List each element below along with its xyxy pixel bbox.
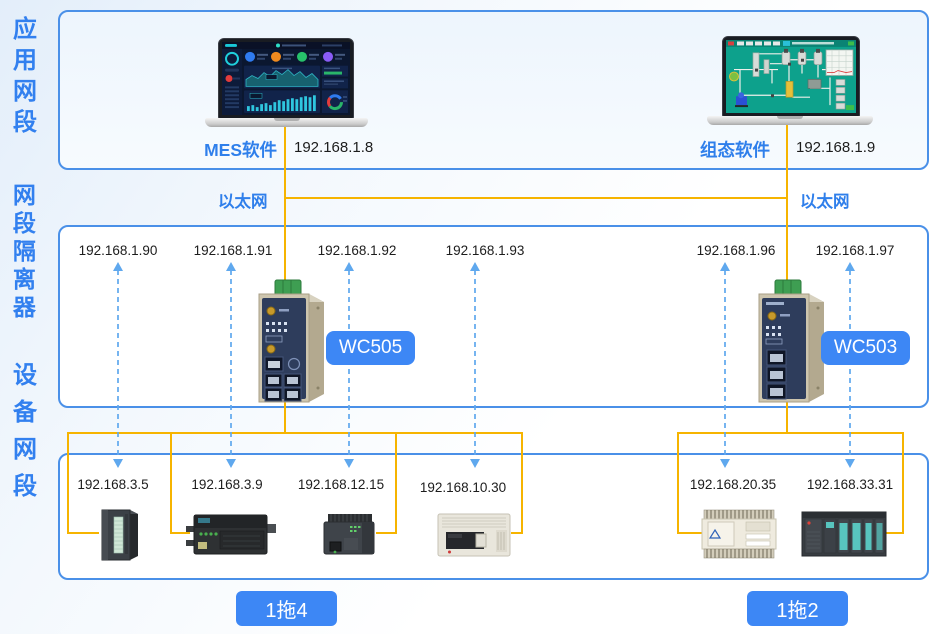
- bus-stub-3: [376, 532, 397, 534]
- wan-ip-4: 192.168.1.93: [446, 243, 525, 258]
- wc505-gateway: [245, 278, 333, 408]
- plc-device-3: [320, 512, 378, 558]
- wc505-model-badge: WC505: [326, 331, 415, 365]
- wan-ip-2: 192.168.1.91: [194, 243, 273, 258]
- industrial-gateway-5port-icon: [245, 278, 333, 408]
- bus-drop-1: [67, 432, 69, 534]
- segment-title-application: 应用网段: [12, 14, 38, 138]
- wc505-ratio-badge: 1拖4: [236, 591, 337, 626]
- segment-title-isolator: 网段隔离器: [12, 181, 37, 321]
- laptop-mes-dashboard-icon: [222, 42, 350, 115]
- wc503-model-badge: WC503: [821, 331, 910, 365]
- scada-software-label: 组态软件: [676, 137, 770, 162]
- device-ip-4: 192.168.10.30: [420, 480, 506, 495]
- industrial-gateway-3port-icon: [745, 278, 833, 408]
- nat-mapping-arrow-5: [718, 262, 732, 468]
- segment-title-device: 设备网段: [12, 357, 38, 505]
- bus-drop-6: [902, 432, 904, 534]
- nat-mapping-arrow-2: [224, 262, 238, 468]
- device-ip-2: 192.168.3.9: [191, 477, 262, 492]
- mes-software-label: MES软件: [180, 137, 277, 162]
- network-topology-diagram: 应用网段 网段隔离器 设备网段: [0, 0, 939, 634]
- device-ip-6: 192.168.33.31: [807, 477, 893, 492]
- scada-laptop-base: [707, 116, 873, 125]
- plc-fx-icon: [436, 510, 512, 560]
- bus-drop-3: [395, 432, 397, 534]
- wan-ip-6: 192.168.1.97: [816, 243, 895, 258]
- wc503-gateway: [745, 278, 833, 408]
- ethernet-label-right: 以太网: [800, 188, 850, 212]
- plc-device-2: [186, 510, 276, 560]
- ethernet-backbone-line: [284, 197, 788, 199]
- scada-laptop-screen: [722, 36, 860, 117]
- bus-stub-6: [886, 532, 904, 534]
- mes-ip-label: 192.168.1.8: [294, 139, 373, 156]
- plc-terminal-icon: [700, 508, 778, 560]
- plc-rack-icon: [800, 506, 888, 562]
- nat-mapping-arrow-1: [111, 262, 125, 468]
- bus-line-wc505: [67, 432, 523, 434]
- scada-ip-label: 192.168.1.9: [796, 139, 875, 156]
- plc-wide-icon: [186, 510, 276, 560]
- bus-stub-4: [511, 532, 523, 534]
- laptop-scada-hmi-icon: [726, 40, 856, 113]
- plc-device-5: [700, 508, 778, 560]
- bus-drop-2: [170, 432, 172, 534]
- nat-mapping-arrow-6: [843, 262, 857, 468]
- wan-ip-1: 192.168.1.90: [79, 243, 158, 258]
- bus-drop-5: [677, 432, 679, 534]
- wan-ip-5: 192.168.1.96: [697, 243, 776, 258]
- device-ip-3: 192.168.12.15: [298, 477, 384, 492]
- device-ip-1: 192.168.3.5: [77, 477, 148, 492]
- plc-module-icon: [96, 506, 142, 562]
- bus-line-wc503: [677, 432, 904, 434]
- plc-compact-icon: [320, 512, 378, 558]
- bus-drop-4: [521, 432, 523, 534]
- wc503-ratio-badge: 1拖2: [747, 591, 848, 626]
- wan-ip-3: 192.168.1.92: [318, 243, 397, 258]
- mes-laptop-screen: [218, 38, 354, 119]
- plc-device-6: [800, 506, 888, 562]
- plc-device-4: [436, 510, 512, 560]
- mes-laptop-base: [205, 118, 368, 127]
- device-ip-5: 192.168.20.35: [690, 477, 776, 492]
- ethernet-label-left: 以太网: [218, 188, 268, 212]
- nat-mapping-arrow-4: [468, 262, 482, 468]
- plc-device-1: [96, 506, 142, 562]
- nat-mapping-arrow-3: [342, 262, 356, 468]
- bus-stub-1: [67, 532, 99, 534]
